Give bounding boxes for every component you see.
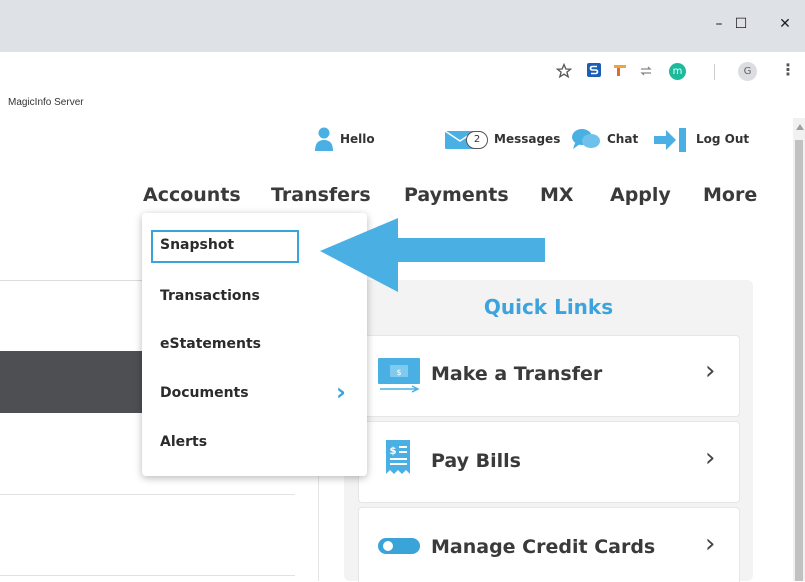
quick-link-label: Pay Bills (431, 450, 521, 472)
close-button[interactable]: ✕ (770, 12, 800, 36)
quick-link-label: Manage Credit Cards (431, 536, 656, 558)
m-avatar-icon[interactable]: m (669, 63, 686, 80)
chat-link[interactable]: Chat (607, 132, 638, 146)
row-divider (0, 575, 295, 576)
maximize-button[interactable]: ☐ (726, 12, 756, 36)
nav-apply[interactable]: Apply (610, 184, 671, 206)
svg-text:$: $ (390, 446, 397, 457)
svg-text:$: $ (396, 368, 401, 377)
nav-more[interactable]: More (703, 184, 757, 206)
menu-item-snapshot[interactable]: Snapshot (160, 237, 234, 253)
row-divider (0, 494, 295, 495)
menu-item-estatements[interactable]: eStatements (160, 336, 261, 352)
logout-link[interactable]: Log Out (696, 132, 749, 146)
messages-link[interactable]: Messages (494, 132, 560, 146)
star-icon[interactable] (556, 63, 572, 79)
toolbar-divider (714, 64, 715, 80)
s-extension-icon[interactable] (586, 62, 602, 78)
g-profile-icon[interactable]: G (738, 62, 757, 81)
browser-titlebar (0, 0, 805, 52)
pin-extension-icon[interactable] (612, 62, 628, 78)
callout-arrow-icon (320, 218, 545, 292)
bookmarks-bar: MagicInfo Server (0, 90, 805, 119)
menu-item-documents[interactable]: Documents (160, 385, 249, 401)
submenu-chevron-icon: › (336, 378, 346, 406)
menu-item-alerts[interactable]: Alerts (160, 434, 207, 450)
quick-link-label: Make a Transfer (431, 363, 603, 385)
quick-link-pay-bills[interactable] (358, 421, 740, 503)
bill-icon: $ (386, 440, 410, 474)
chat-icon (572, 129, 600, 149)
bookmark-magicinfo[interactable]: MagicInfo Server (8, 97, 84, 108)
toggle-card-icon (378, 538, 420, 554)
transfer-icon: $ (378, 358, 420, 393)
account-header-bar (0, 351, 142, 413)
logout-icon (654, 128, 686, 152)
nav-payments[interactable]: Payments (404, 184, 509, 206)
chevron-right-icon: › (705, 529, 716, 559)
user-icon (315, 127, 333, 151)
nav-mx[interactable]: MX (540, 184, 574, 206)
hello-link[interactable]: Hello (340, 132, 375, 146)
sync-icon[interactable] (638, 63, 654, 79)
scroll-up-icon[interactable] (796, 124, 804, 130)
nav-transfers[interactable]: Transfers (271, 184, 371, 206)
scrollbar-thumb[interactable] (795, 140, 803, 581)
menu-item-transactions[interactable]: Transactions (160, 288, 260, 304)
nav-accounts[interactable]: Accounts (143, 184, 241, 206)
chevron-right-icon: › (705, 443, 716, 473)
chevron-right-icon: › (705, 356, 716, 386)
messages-count-badge: 2 (466, 131, 488, 149)
kebab-menu-icon[interactable]: ⋮ (780, 60, 796, 79)
quick-links-title: Quick Links (483, 295, 614, 319)
